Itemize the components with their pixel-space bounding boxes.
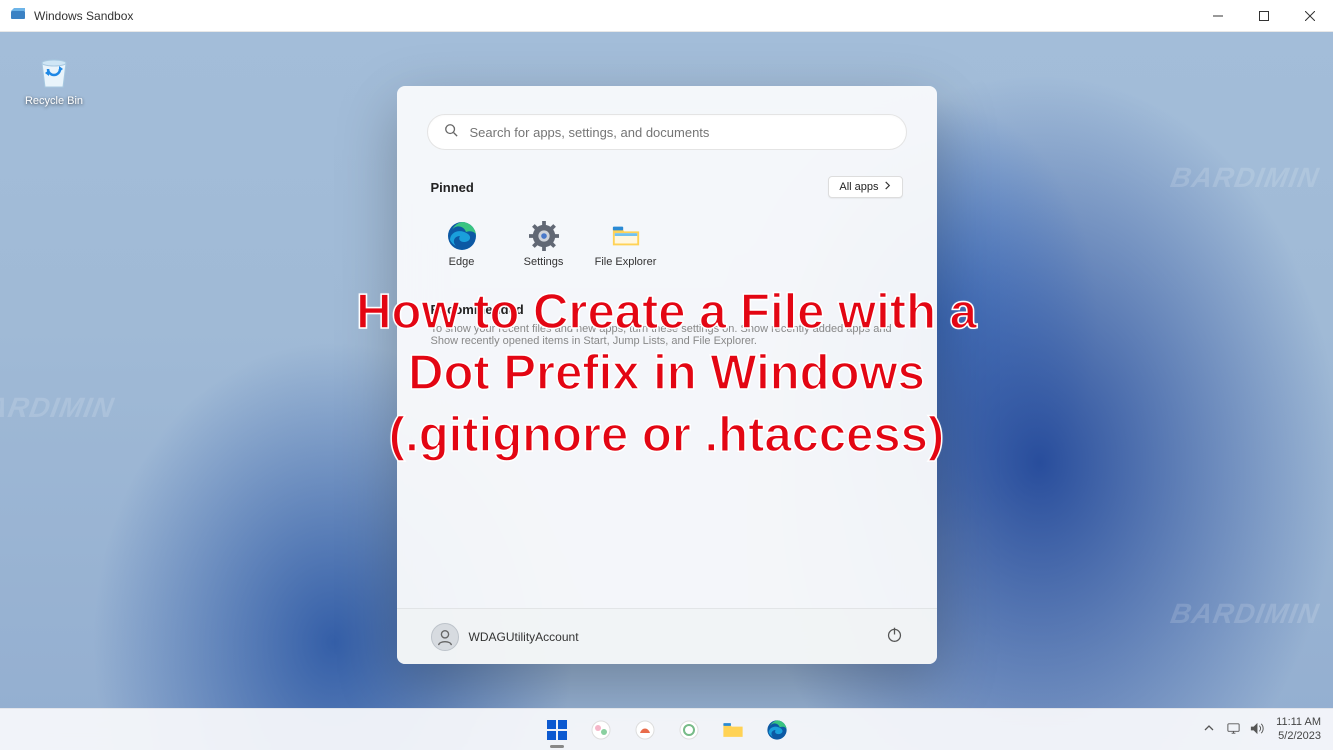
taskbar-widget-1[interactable]	[581, 710, 621, 750]
power-button[interactable]	[886, 626, 903, 648]
headline-line-1: How to Create a File with a	[187, 282, 1147, 343]
taskbar-edge[interactable]	[757, 710, 797, 750]
headline-line-3: (.gitignore or .htaccess)	[187, 405, 1147, 466]
chevron-right-icon	[883, 181, 892, 193]
taskbar-file-explorer[interactable]	[713, 710, 753, 750]
pinned-heading: Pinned	[431, 180, 474, 195]
desktop[interactable]: BARDIMIN BARDIMIN BARDIMIN Recycle Bin	[0, 32, 1333, 750]
sandbox-titlebar: Windows Sandbox	[0, 0, 1333, 32]
sandbox-title: Windows Sandbox	[34, 9, 133, 23]
sandbox-icon	[10, 6, 26, 25]
pinned-tile-settings[interactable]: Settings	[503, 212, 585, 286]
taskbar-widget-3[interactable]	[669, 710, 709, 750]
tile-label: Settings	[524, 256, 564, 268]
recycle-bin-icon	[33, 50, 75, 92]
pinned-tile-file-explorer[interactable]: File Explorer	[585, 212, 667, 286]
headline-line-2: Dot Prefix in Windows	[187, 343, 1147, 404]
tray-network-sound[interactable]	[1220, 717, 1270, 743]
sound-icon	[1249, 721, 1264, 739]
all-apps-label: All apps	[839, 181, 878, 193]
taskbar-widget-2[interactable]	[625, 710, 665, 750]
overlay-headline: How to Create a File with a Dot Prefix i…	[187, 282, 1147, 466]
start-search[interactable]	[427, 114, 907, 150]
pinned-tile-edge[interactable]: Edge	[421, 212, 503, 286]
edge-icon	[446, 220, 478, 252]
avatar-icon	[431, 623, 459, 651]
tray-date: 5/2/2023	[1276, 730, 1321, 743]
watermark: BARDIMIN	[1168, 162, 1322, 194]
tile-label: Edge	[449, 256, 475, 268]
watermark: BARDIMIN	[0, 392, 117, 424]
watermark: BARDIMIN	[1168, 598, 1322, 630]
tray-overflow-button[interactable]	[1204, 723, 1214, 736]
tile-label: File Explorer	[595, 256, 657, 268]
start-button[interactable]	[537, 710, 577, 750]
user-label: WDAGUtilityAccount	[469, 630, 579, 644]
settings-icon	[528, 220, 560, 252]
minimize-button[interactable]	[1195, 0, 1241, 31]
search-icon	[444, 123, 458, 142]
all-apps-button[interactable]: All apps	[828, 176, 902, 198]
tray-clock[interactable]: 11:11 AM 5/2/2023	[1276, 716, 1321, 742]
user-account-button[interactable]: WDAGUtilityAccount	[431, 623, 579, 651]
system-tray: 11:11 AM 5/2/2023	[1204, 716, 1333, 742]
recycle-bin-label: Recycle Bin	[18, 95, 90, 107]
file-explorer-icon	[610, 220, 642, 252]
network-icon	[1226, 721, 1241, 739]
start-search-input[interactable]	[470, 125, 890, 140]
taskbar: 11:11 AM 5/2/2023	[0, 708, 1333, 750]
recycle-bin[interactable]: Recycle Bin	[18, 50, 90, 107]
tray-time: 11:11 AM	[1276, 716, 1321, 729]
maximize-button[interactable]	[1241, 0, 1287, 31]
close-button[interactable]	[1287, 0, 1333, 31]
